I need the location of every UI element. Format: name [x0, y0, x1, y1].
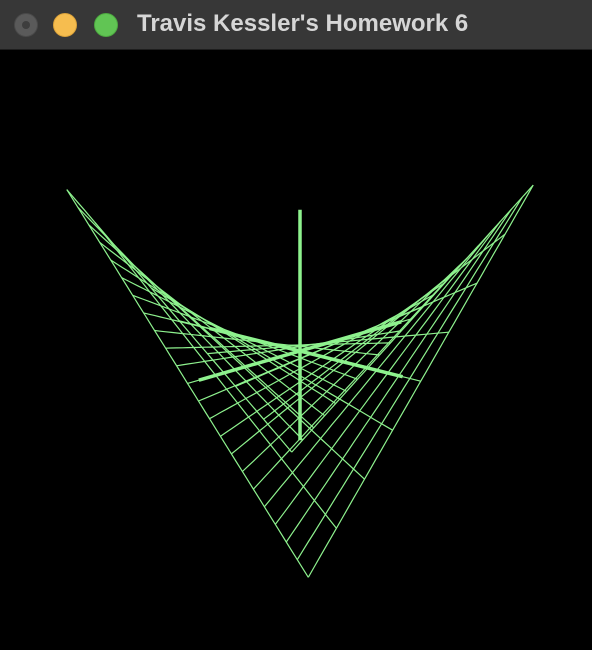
title-bar[interactable]: Travis Kessler's Homework 6: [0, 0, 592, 50]
surface-grid-line: [77, 206, 304, 441]
app-window: Travis Kessler's Homework 6: [0, 0, 592, 650]
wireframe-scene: [66, 184, 534, 578]
surface-grid-line: [296, 196, 523, 561]
render-canvas[interactable]: [0, 51, 592, 650]
minimize-button[interactable]: [53, 13, 77, 37]
surface-grid-line: [307, 184, 534, 578]
window-title: Travis Kessler's Homework 6: [137, 10, 469, 37]
close-button[interactable]: [14, 13, 38, 37]
zoom-button[interactable]: [94, 13, 118, 37]
